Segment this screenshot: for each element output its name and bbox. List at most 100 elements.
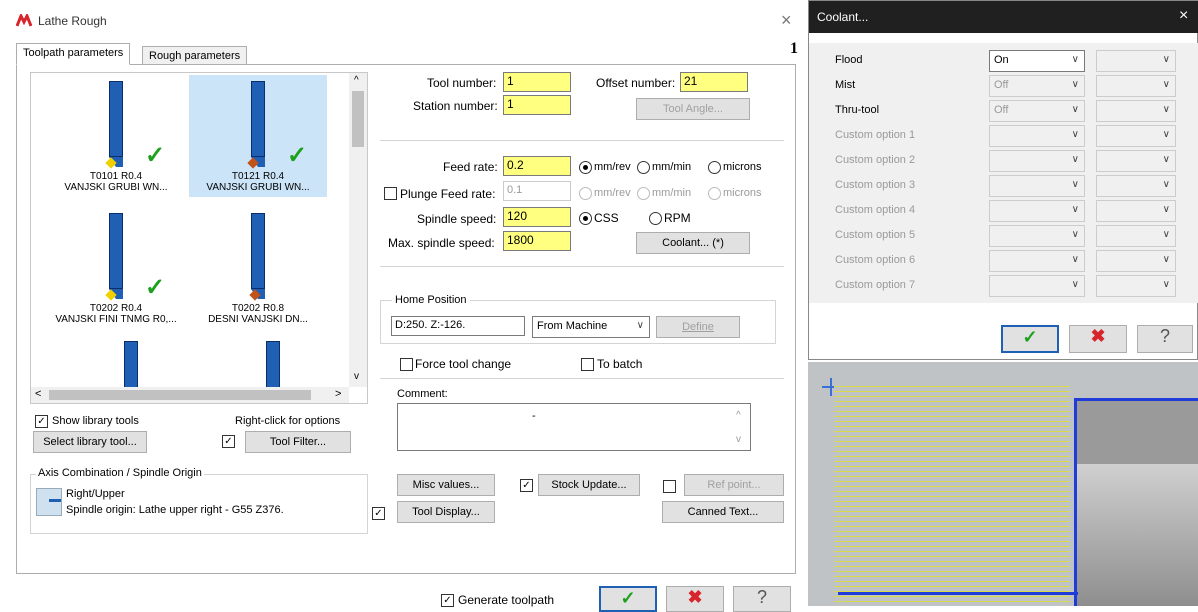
coolant-extra-select[interactable] — [1096, 175, 1176, 197]
scroll-down-icon[interactable]: v — [354, 371, 359, 382]
tool-filter-button[interactable]: Tool Filter... — [245, 431, 351, 453]
home-position-field[interactable]: D:250. Z:-126. — [391, 316, 525, 336]
coolant-extra-select[interactable] — [1096, 275, 1176, 297]
tool-item[interactable]: ✓ T0101 R0.4 VANJSKI GRUBI WN... — [47, 75, 185, 197]
coolant-extra-select[interactable] — [1096, 150, 1176, 172]
coolant-extra-select[interactable] — [1096, 225, 1176, 247]
close-icon[interactable]: × — [781, 10, 792, 31]
tool-name: T0202 R0.4 — [89, 303, 143, 314]
coolant-extra-select[interactable] — [1096, 250, 1176, 272]
tool-display-button[interactable]: Tool Display... — [397, 501, 495, 523]
coolant-value-select[interactable] — [989, 250, 1085, 272]
feed-unit-mmrev-radio[interactable] — [579, 161, 592, 174]
scroll-right-icon[interactable]: > — [335, 388, 341, 400]
horizontal-scrollbar[interactable]: < > — [31, 387, 349, 403]
coolant-value-select[interactable] — [989, 150, 1085, 172]
help-button[interactable]: ? — [1137, 325, 1193, 353]
ref-point-button[interactable]: Ref point... — [684, 474, 784, 496]
feed-rate-field[interactable]: 0.2 — [503, 156, 571, 176]
coolant-extra-select[interactable] — [1096, 200, 1176, 222]
coolant-extra-select[interactable] — [1096, 100, 1176, 122]
coolant-row-label: Custom option 2 — [835, 154, 916, 166]
coolant-value-select[interactable] — [989, 200, 1085, 222]
coolant-value-select[interactable] — [989, 175, 1085, 197]
checkmark-icon: ✓ — [1022, 327, 1038, 347]
marker-1: 1 — [790, 40, 798, 57]
feed-unit-mmmin-radio[interactable] — [637, 161, 650, 174]
ok-button[interactable]: ✓ — [599, 586, 657, 612]
canned-text-button[interactable]: Canned Text... — [662, 501, 784, 523]
coolant-value-select[interactable] — [989, 125, 1085, 147]
scroll-up-icon[interactable]: ^ — [736, 410, 741, 421]
plunge-feed-field[interactable]: 0.1 — [503, 181, 571, 201]
stock-shape-lower — [1074, 464, 1198, 606]
spindle-speed-label: Spindle speed: — [417, 212, 497, 226]
ok-button[interactable]: ✓ — [1001, 325, 1059, 353]
coolant-button[interactable]: Coolant... (*) — [636, 232, 750, 254]
tool-item[interactable]: ✓ T0202 R0.4 VANJSKI FINI TNMG R0,... — [47, 207, 185, 329]
ref-point-checkbox[interactable] — [663, 480, 676, 493]
plunge-unit-mmmin-radio[interactable] — [637, 187, 650, 200]
tab-toolpath-parameters[interactable]: Toolpath parameters — [16, 43, 131, 65]
scroll-thumb[interactable] — [352, 91, 364, 147]
tool-item-selected[interactable]: ✓ T0121 R0.4 VANJSKI GRUBI WN... — [189, 75, 327, 197]
home-mode-select[interactable]: From Machine — [532, 316, 650, 338]
plunge-feed-checkbox[interactable] — [384, 187, 397, 200]
spindle-speed-field[interactable]: 120 — [503, 207, 571, 227]
coolant-value-select[interactable]: Off — [989, 75, 1085, 97]
max-spindle-field[interactable]: 1800 — [503, 231, 571, 251]
graphics-viewport[interactable] — [808, 362, 1198, 606]
scroll-left-icon[interactable]: < — [35, 388, 41, 400]
tool-filter-checkbox[interactable]: ✓ — [222, 435, 235, 448]
help-button[interactable]: ? — [733, 586, 791, 612]
coolant-value-select[interactable] — [989, 225, 1085, 247]
coolant-row-label: Custom option 5 — [835, 229, 916, 241]
generate-toolpath-checkbox[interactable]: ✓ — [441, 594, 454, 607]
tool-shank-partial — [124, 341, 138, 389]
force-tool-change-checkbox[interactable] — [400, 358, 413, 371]
coolant-extra-select[interactable] — [1096, 75, 1176, 97]
home-position-legend: Home Position — [392, 294, 470, 306]
feed-unit-microns-radio[interactable] — [708, 161, 721, 174]
plunge-unit-microns-radio[interactable] — [708, 187, 721, 200]
stock-update-button[interactable]: Stock Update... — [538, 474, 640, 496]
separator — [380, 378, 784, 379]
stock-update-checkbox[interactable]: ✓ — [520, 479, 533, 492]
station-number-field[interactable]: 1 — [503, 95, 571, 115]
misc-values-button[interactable]: Misc values... — [397, 474, 495, 496]
css-label: CSS — [594, 211, 619, 225]
scroll-down-icon[interactable]: v — [736, 434, 741, 445]
select-library-tool-button[interactable]: Select library tool... — [33, 431, 147, 453]
coolant-value-select[interactable]: Off — [989, 100, 1085, 122]
scroll-up-icon[interactable]: ^ — [354, 75, 359, 86]
tool-desc: VANJSKI GRUBI WN... — [64, 182, 168, 193]
tab-rough-parameters[interactable]: Rough parameters — [142, 46, 248, 65]
plunge-unit-mmrev-radio[interactable] — [579, 187, 592, 200]
coolant-value-select[interactable]: On — [989, 50, 1085, 72]
coolant-row: Thru-tool Off — [809, 99, 1198, 123]
tool-list[interactable]: ✓ T0101 R0.4 VANJSKI GRUBI WN... ✓ T0121 … — [30, 72, 368, 404]
cancel-button[interactable]: ✖ — [666, 586, 724, 612]
show-library-tools-checkbox[interactable]: ✓ — [35, 415, 48, 428]
coolant-extra-select[interactable] — [1096, 50, 1176, 72]
tool-angle-button[interactable]: Tool Angle... — [636, 98, 750, 120]
offset-number-field[interactable]: 21 — [680, 72, 748, 92]
tool-item[interactable]: T0202 R0.8 DESNI VANJSKI DN... — [189, 207, 327, 329]
coolant-extra-select[interactable] — [1096, 125, 1176, 147]
coolant-row-label: Custom option 4 — [835, 204, 916, 216]
vertical-scrollbar[interactable]: ^ v — [349, 73, 367, 387]
cancel-button[interactable]: ✖ — [1069, 325, 1127, 353]
tool-number-field[interactable]: 1 — [503, 72, 571, 92]
to-batch-checkbox[interactable] — [581, 358, 594, 371]
tool-display-checkbox[interactable]: ✓ — [372, 507, 385, 520]
scroll-thumb[interactable] — [49, 390, 311, 400]
tool-shank — [109, 81, 123, 157]
comment-field[interactable]: - ^ v — [397, 403, 751, 451]
coolant-value-select[interactable] — [989, 275, 1085, 297]
css-radio[interactable] — [579, 212, 592, 225]
rpm-radio[interactable] — [649, 212, 662, 225]
tool-desc: VANJSKI GRUBI WN... — [206, 182, 310, 193]
define-button[interactable]: Define — [656, 316, 740, 338]
close-icon[interactable]: × — [1179, 7, 1188, 25]
coolant-title-bar: Coolant... × — [809, 1, 1198, 33]
